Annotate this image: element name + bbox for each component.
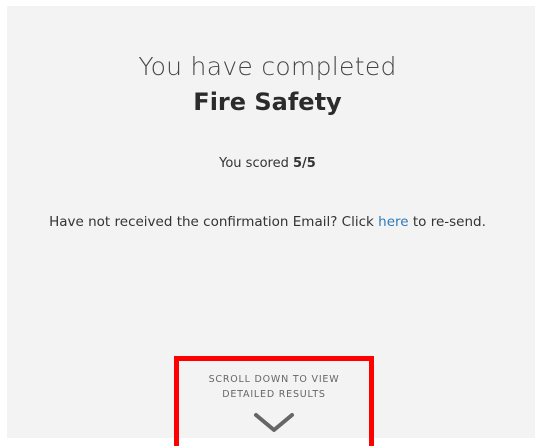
course-title: Fire Safety xyxy=(193,88,342,116)
score-label: You scored xyxy=(219,156,289,171)
completed-heading: You have completed xyxy=(138,52,397,81)
email-notice-suffix: to re-send. xyxy=(412,214,486,230)
scroll-hint-line-2: DETAILED RESULTS xyxy=(222,389,326,400)
email-notice-text: Have not received the confirmation Email… xyxy=(49,214,374,230)
scroll-hint-line-1: SCROLL DOWN TO VIEW xyxy=(208,374,340,385)
scroll-down-hint[interactable]: SCROLL DOWN TO VIEW DETAILED RESULTS xyxy=(174,372,374,402)
resend-email-link[interactable]: here xyxy=(378,214,408,230)
score-line: You scored 5/5 xyxy=(0,156,535,171)
email-notice: Have not received the confirmation Email… xyxy=(0,214,535,230)
chevron-down-icon[interactable] xyxy=(253,412,295,434)
score-value: 5/5 xyxy=(293,156,316,171)
